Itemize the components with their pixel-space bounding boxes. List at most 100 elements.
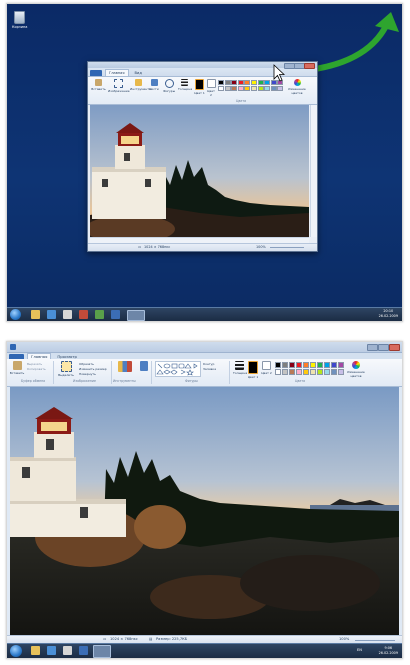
select-icon xyxy=(113,79,123,88)
palette-swatch[interactable] xyxy=(309,362,317,368)
palette-swatch[interactable] xyxy=(309,368,317,375)
start-button[interactable] xyxy=(10,645,22,657)
palette-swatch[interactable] xyxy=(231,80,238,85)
status-bar: ▭ 1024 × 768пкс 100% xyxy=(88,243,317,251)
clipboard-icon xyxy=(12,361,22,370)
canvas[interactable] xyxy=(10,387,399,635)
paint-taskbar-button[interactable] xyxy=(93,645,111,658)
palette-swatch[interactable] xyxy=(316,362,324,368)
minimize-button[interactable] xyxy=(367,344,378,351)
browser-icon[interactable] xyxy=(63,310,72,319)
recycle-bin[interactable]: Корзина xyxy=(12,11,27,29)
restore-button[interactable] xyxy=(378,344,389,351)
palette-swatch[interactable] xyxy=(288,362,296,368)
palette-swatch[interactable] xyxy=(231,85,238,91)
close-button[interactable] xyxy=(389,344,400,351)
close-button[interactable] xyxy=(304,63,315,69)
app2-icon[interactable] xyxy=(95,310,104,319)
palette-swatch[interactable] xyxy=(257,80,264,85)
palette-swatch[interactable] xyxy=(264,85,271,91)
ribbon-separator xyxy=(151,361,152,384)
size-button[interactable]: Толщина xyxy=(233,361,247,375)
palette-swatch[interactable] xyxy=(302,368,310,375)
palette-swatch[interactable] xyxy=(337,362,345,368)
brush-icon xyxy=(150,79,158,86)
tab-home[interactable]: Главная xyxy=(105,69,129,76)
palette-swatch[interactable] xyxy=(316,368,324,375)
app-icon[interactable] xyxy=(79,310,88,319)
fill-button[interactable]: Заливка xyxy=(203,367,216,372)
media-icon[interactable] xyxy=(47,646,56,655)
palette-swatch[interactable] xyxy=(288,368,296,375)
canvas[interactable] xyxy=(90,105,309,237)
palette-swatch[interactable] xyxy=(237,80,244,85)
palette-swatch[interactable] xyxy=(295,368,303,375)
tools-button[interactable]: Инструменты xyxy=(130,79,151,91)
taskbar: EN 9:06 26.02.2009 xyxy=(7,643,402,658)
start-button[interactable] xyxy=(10,309,21,320)
zoom-slider[interactable] xyxy=(355,640,395,641)
color-palette[interactable] xyxy=(275,362,345,375)
shapes-gallery[interactable] xyxy=(155,361,201,377)
ribbon-separator xyxy=(111,361,112,384)
explorer-icon[interactable] xyxy=(31,310,40,319)
color1-button[interactable]: Цвет 1 xyxy=(247,361,259,379)
vertical-scrollbar[interactable] xyxy=(310,105,317,237)
palette-swatch[interactable] xyxy=(281,362,289,368)
edit-colors-button[interactable]: Изменение цветов xyxy=(345,361,367,378)
size-button[interactable]: Толщина xyxy=(178,79,192,91)
palette-swatch[interactable] xyxy=(224,85,231,91)
paint-window-restored[interactable]: Главная Вид Вставить Изображение Инструм… xyxy=(87,61,318,252)
palette-swatch[interactable] xyxy=(270,85,277,91)
tab-view[interactable]: Вид xyxy=(132,70,145,76)
rotate-button[interactable]: Повернуть xyxy=(79,372,107,377)
palette-swatch[interactable] xyxy=(250,85,257,91)
palette-swatch[interactable] xyxy=(302,362,310,368)
copy-button[interactable]: Копировать xyxy=(27,367,46,372)
paint-taskbar-button[interactable] xyxy=(127,310,145,321)
language-indicator[interactable]: EN xyxy=(357,648,362,652)
paint-menu-button[interactable] xyxy=(90,70,102,76)
palette-swatch[interactable] xyxy=(244,85,251,91)
brushes-button[interactable] xyxy=(139,361,149,372)
color1-button[interactable]: Цвет 1 xyxy=(194,79,205,95)
palette-swatch[interactable] xyxy=(330,362,338,368)
palette-swatch[interactable] xyxy=(330,368,338,375)
select-button[interactable]: Выделить xyxy=(57,361,75,377)
paste-button[interactable]: Вставить xyxy=(9,361,25,375)
palette-swatch[interactable] xyxy=(224,80,231,85)
color1-swatch xyxy=(195,79,204,90)
clock[interactable]: 9:06 26.02.2009 xyxy=(379,646,398,656)
palette-swatch[interactable] xyxy=(277,85,284,91)
palette-swatch[interactable] xyxy=(281,368,289,375)
paint-title-bar[interactable] xyxy=(7,342,402,353)
palette-swatch[interactable] xyxy=(250,80,257,85)
media-icon[interactable] xyxy=(47,310,56,319)
tools-panel[interactable] xyxy=(115,361,135,373)
palette-swatch[interactable] xyxy=(218,85,224,91)
palette-swatch[interactable] xyxy=(264,80,271,85)
palette-swatch[interactable] xyxy=(275,368,282,375)
palette-swatch[interactable] xyxy=(257,85,264,91)
palette-swatch[interactable] xyxy=(244,80,251,85)
palette-swatch[interactable] xyxy=(323,368,331,375)
app3-icon[interactable] xyxy=(111,310,120,319)
color2-button[interactable]: Цвет 2 xyxy=(206,79,216,97)
clock[interactable]: 20:10 26.02.2009 xyxy=(379,309,398,319)
palette-swatch[interactable] xyxy=(337,368,345,375)
browser-icon[interactable] xyxy=(63,646,72,655)
palette-swatch[interactable] xyxy=(275,362,282,368)
app-icon[interactable] xyxy=(79,646,88,655)
palette-swatch[interactable] xyxy=(218,80,224,85)
zoom-slider[interactable] xyxy=(270,247,304,248)
color2-button[interactable]: Цвет 2 xyxy=(261,361,272,375)
edit-colors-button[interactable]: Изменение цветов xyxy=(284,79,310,95)
palette-swatch[interactable] xyxy=(323,362,331,368)
shapes-button[interactable]: Фигуры xyxy=(162,79,176,93)
paste-button[interactable]: Вставить xyxy=(91,79,106,91)
explorer-icon[interactable] xyxy=(31,646,40,655)
image-button[interactable]: Изображение xyxy=(108,79,130,93)
palette-swatch[interactable] xyxy=(295,362,303,368)
brushes-button[interactable]: Кисти xyxy=(148,79,160,91)
palette-swatch[interactable] xyxy=(237,85,244,91)
